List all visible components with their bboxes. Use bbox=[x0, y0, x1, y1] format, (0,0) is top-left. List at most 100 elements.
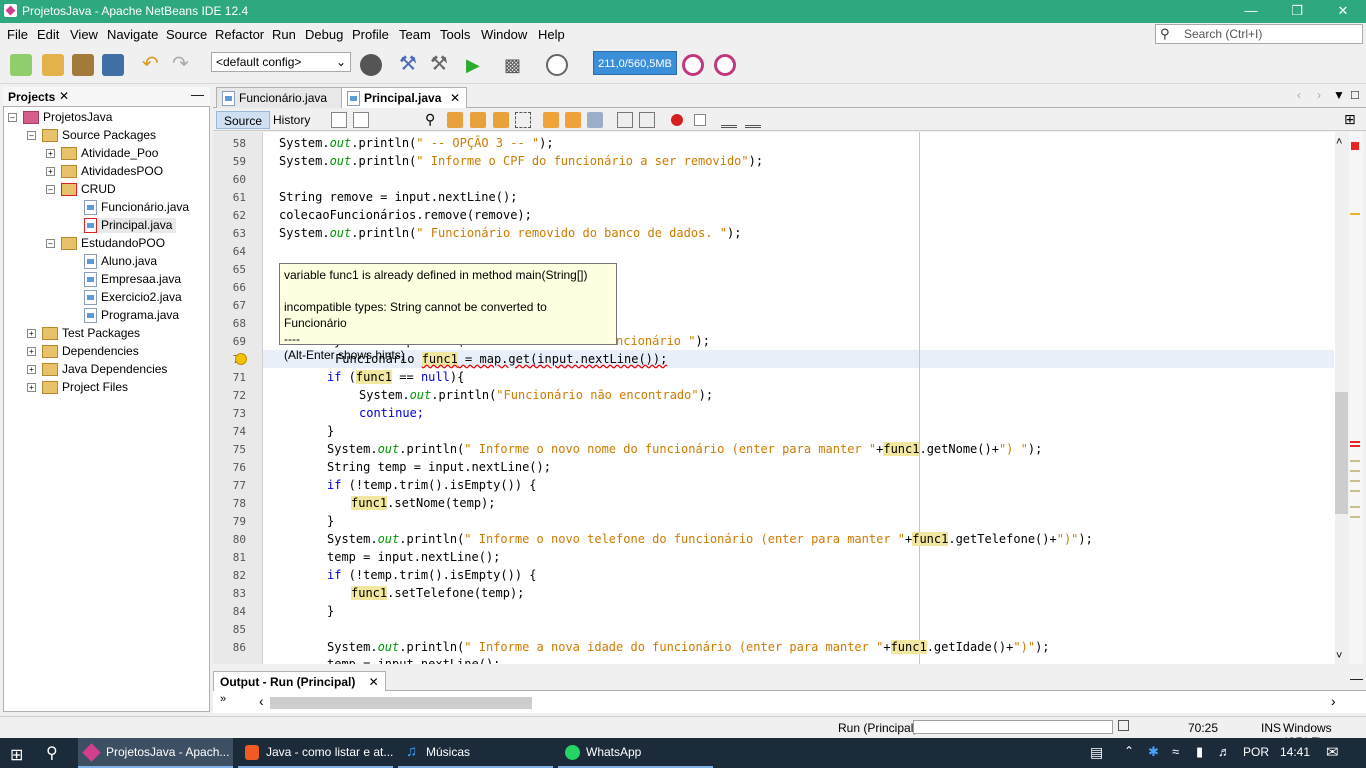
tab-output[interactable]: Output - Run (Principal) ✕ bbox=[213, 671, 386, 691]
profiler-snapshot-icon[interactable] bbox=[714, 54, 736, 76]
source-button[interactable]: Source bbox=[216, 111, 271, 129]
stop-macro-icon[interactable] bbox=[694, 114, 706, 126]
stripe-mark[interactable] bbox=[1350, 490, 1360, 492]
restore-button[interactable]: ❐ bbox=[1274, 0, 1320, 23]
comment-icon[interactable] bbox=[721, 112, 737, 128]
tree-item-file[interactable]: Funcionário.java bbox=[84, 200, 189, 216]
maximize-icon[interactable]: □ bbox=[1351, 87, 1359, 102]
tree-item-source-packages[interactable]: – Source Packages bbox=[27, 128, 156, 143]
find-icon[interactable]: ⚲ bbox=[425, 111, 435, 128]
minimize-panel-icon[interactable]: — bbox=[1350, 671, 1363, 686]
windows-start-icon[interactable]: ⊞ bbox=[10, 745, 23, 765]
scroll-left-icon[interactable]: ‹ bbox=[1297, 88, 1301, 102]
taskbar-netbeans[interactable]: ProjetosJava - Apach... bbox=[78, 738, 233, 768]
new-project-icon[interactable] bbox=[42, 54, 64, 76]
error-hint-icon[interactable] bbox=[235, 353, 247, 365]
taskbar-whatsapp[interactable]: WhatsApp bbox=[558, 738, 713, 768]
run-icon[interactable]: ▶ bbox=[466, 54, 488, 76]
chevron-up-icon[interactable]: ⌃ bbox=[1124, 744, 1134, 758]
close-icon[interactable]: ✕ bbox=[369, 675, 379, 689]
taskbar-music[interactable]: ♫ Músicas bbox=[398, 738, 553, 768]
tree-item-java-dependencies[interactable]: + Java Dependencies bbox=[27, 362, 167, 377]
next-bookmark-icon[interactable] bbox=[565, 112, 581, 128]
horizontal-scrollbar-thumb[interactable] bbox=[270, 697, 532, 709]
find-next-icon[interactable] bbox=[470, 112, 486, 128]
tree-item-file[interactable]: Exercicio2.java bbox=[84, 290, 182, 306]
stripe-mark[interactable] bbox=[1350, 480, 1360, 482]
tree-item-file[interactable]: Programa.java bbox=[84, 308, 179, 324]
menu-navigate[interactable]: Navigate bbox=[107, 27, 158, 42]
open-project-icon[interactable] bbox=[72, 54, 94, 76]
menu-view[interactable]: View bbox=[70, 27, 98, 42]
gc-icon[interactable] bbox=[682, 54, 704, 76]
debug-icon[interactable]: ▩ bbox=[504, 54, 526, 76]
tab-funcionario[interactable]: Funcionário.java bbox=[216, 87, 342, 108]
shift-right-icon[interactable] bbox=[639, 112, 655, 128]
save-all-icon[interactable] bbox=[102, 54, 124, 76]
scroll-right-icon[interactable]: › bbox=[1331, 693, 1336, 709]
search-input[interactable]: ⚲ Search (Ctrl+I) bbox=[1155, 24, 1363, 44]
tree-item-package[interactable]: + Atividade_Poo bbox=[46, 146, 158, 161]
stripe-mark[interactable] bbox=[1350, 516, 1360, 518]
toggle-highlight-icon[interactable] bbox=[493, 112, 509, 128]
volume-icon[interactable]: ♬ bbox=[1218, 744, 1231, 759]
menu-tools[interactable]: Tools bbox=[440, 27, 470, 42]
config-select[interactable]: <default config> ⌄ bbox=[211, 52, 351, 72]
back-icon[interactable] bbox=[353, 112, 369, 128]
language-indicator[interactable]: POR bbox=[1243, 745, 1269, 759]
notifications-icon[interactable]: ✉ bbox=[1326, 743, 1339, 761]
scrollbar-thumb[interactable] bbox=[1335, 392, 1348, 514]
stripe-mark[interactable] bbox=[1350, 445, 1360, 447]
stripe-mark[interactable] bbox=[1350, 506, 1360, 508]
menu-team[interactable]: Team bbox=[399, 27, 431, 42]
menu-profile[interactable]: Profile bbox=[352, 27, 389, 42]
undo-icon[interactable]: ↶ bbox=[142, 54, 164, 76]
tree-item-file[interactable]: Aluno.java bbox=[84, 254, 157, 270]
tab-principal[interactable]: Principal.java ✕ bbox=[341, 87, 467, 108]
shift-left-icon[interactable] bbox=[617, 112, 633, 128]
news-icon[interactable]: ▤ bbox=[1090, 744, 1103, 761]
tree-item-test-packages[interactable]: + Test Packages bbox=[27, 326, 140, 341]
previous-bookmark-icon[interactable] bbox=[543, 112, 559, 128]
wifi-icon[interactable]: ≈ bbox=[1172, 744, 1179, 759]
menu-debug[interactable]: Debug bbox=[305, 27, 343, 42]
scroll-up-icon[interactable]: ˄ bbox=[1336, 136, 1342, 148]
minimize-panel-icon[interactable]: — bbox=[191, 87, 204, 102]
minimize-button[interactable]: — bbox=[1228, 0, 1274, 23]
chevron-down-icon[interactable]: ▼ bbox=[1333, 88, 1345, 102]
close-button[interactable]: ✕ bbox=[1320, 0, 1366, 23]
stripe-mark[interactable] bbox=[1350, 213, 1360, 215]
close-icon[interactable]: ✕ bbox=[59, 89, 69, 103]
clean-build-icon[interactable]: ⚒ bbox=[430, 54, 452, 76]
profile-icon[interactable] bbox=[546, 54, 568, 76]
menu-refactor[interactable]: Refactor bbox=[215, 27, 264, 42]
tree-item-package[interactable]: + AtividadesPOO bbox=[46, 164, 163, 179]
tree-item-project-files[interactable]: + Project Files bbox=[27, 380, 128, 395]
taskbar-browser[interactable]: Java - como listar e at... bbox=[238, 738, 393, 768]
stripe-mark[interactable] bbox=[1350, 460, 1360, 462]
tree-item-dependencies[interactable]: + Dependencies bbox=[27, 344, 139, 359]
last-edit-icon[interactable] bbox=[331, 112, 347, 128]
projects-tab[interactable]: Projects ✕ — bbox=[3, 87, 210, 107]
battery-icon[interactable]: ▮ bbox=[1196, 744, 1203, 760]
scroll-left-icon[interactable]: ‹ bbox=[259, 693, 264, 709]
bluetooth-icon[interactable]: ✱ bbox=[1148, 744, 1159, 760]
cancel-progress-icon[interactable] bbox=[1118, 720, 1129, 731]
more-icon[interactable]: » bbox=[220, 693, 226, 705]
menu-source[interactable]: Source bbox=[166, 27, 207, 42]
error-stripe[interactable] bbox=[1349, 132, 1363, 664]
start-macro-icon[interactable] bbox=[671, 114, 683, 126]
search-icon[interactable]: ⚲ bbox=[46, 743, 58, 763]
new-file-icon[interactable] bbox=[10, 54, 32, 76]
tree-item-package[interactable]: – CRUD bbox=[46, 182, 116, 197]
toggle-bookmark-icon[interactable] bbox=[587, 112, 603, 128]
tree-item-file[interactable]: Empresaa.java bbox=[84, 272, 181, 288]
stripe-mark[interactable] bbox=[1350, 441, 1360, 443]
build-icon[interactable]: ⚒ bbox=[399, 54, 421, 76]
split-editor-icon[interactable]: ⊞ bbox=[1344, 111, 1356, 128]
scroll-down-icon[interactable]: ˅ bbox=[1336, 650, 1342, 662]
stripe-mark[interactable] bbox=[1350, 470, 1360, 472]
clock[interactable]: 14:41 bbox=[1280, 745, 1310, 759]
scroll-right-icon[interactable]: › bbox=[1317, 88, 1321, 102]
history-button[interactable]: History bbox=[266, 111, 317, 129]
